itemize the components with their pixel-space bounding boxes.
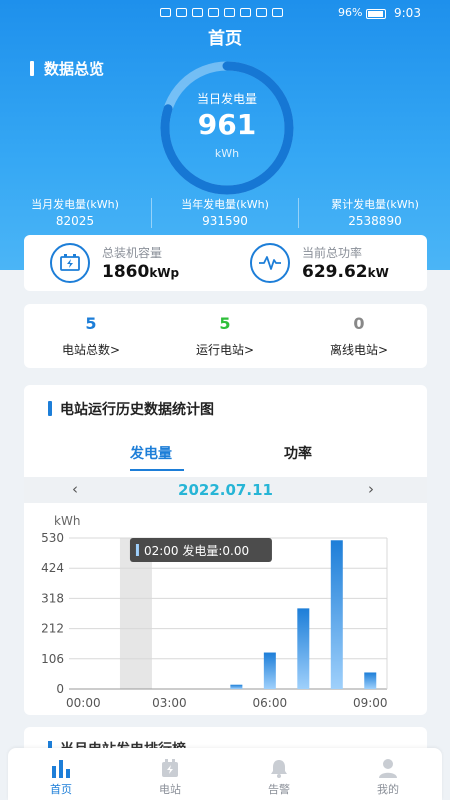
offline-stations-count: 0 <box>353 314 365 333</box>
tab-energy[interactable]: 发电量 <box>130 443 172 463</box>
status-time: 9:03 <box>394 6 421 20</box>
bar <box>364 672 377 689</box>
battery-panel-icon <box>50 243 90 283</box>
y-tick-label: 318 <box>41 591 64 605</box>
daily-energy-value: 961 <box>197 108 257 141</box>
offline-stations-link[interactable]: 0 离线电站> <box>292 314 426 358</box>
nav-mine[interactable]: 我的 <box>348 756 428 797</box>
installed-capacity-number: 1860 <box>102 262 150 282</box>
capacity-card: 总装机容量 1860kWp 当前总功率 629.62kW <box>24 235 427 291</box>
history-chart-card: 电站运行历史数据统计图 发电量 功率 ‹ 2022.07.11 › kWh 530… <box>24 385 427 715</box>
energy-bar-chart[interactable]: kWh 530 424 318 212 106 000:00 03:00 06:00 09:00 0… <box>24 505 427 715</box>
current-power-unit: kW <box>367 266 389 280</box>
station-counts-card: 5 电站总数> 5 运行电站> 0 离线电站> <box>24 304 427 368</box>
nav-alarm[interactable]: 告警 <box>239 756 319 797</box>
bar <box>297 608 310 689</box>
total-stations-link[interactable]: 5 电站总数> <box>24 314 158 358</box>
overview-label: 数据总览 <box>30 58 104 79</box>
offline-stations-label: 离线电站> <box>329 343 389 357</box>
alarm-icon <box>272 8 283 17</box>
nav-home[interactable]: 首页 <box>21 756 101 797</box>
total-energy-label: 累计发电量(kWh) <box>331 198 419 211</box>
monthly-energy-label: 当月发电量(kWh) <box>31 198 119 211</box>
bluetooth-icon <box>256 8 267 17</box>
stat-divider <box>298 198 299 228</box>
installed-capacity-unit: kWp <box>149 266 180 280</box>
hd-icon <box>160 8 171 17</box>
nfc-icon <box>240 8 251 17</box>
yearly-energy-stat: 当年发电量(kWh) 931590 <box>150 196 300 228</box>
total-stations-count: 5 <box>85 314 97 333</box>
running-stations-count: 5 <box>219 314 231 333</box>
power-wave-icon <box>250 243 290 283</box>
bell-icon <box>239 756 319 778</box>
current-power-label: 当前总功率 <box>302 246 363 260</box>
x-tick-label: 03:00 <box>152 696 187 710</box>
x-tick-label: 00:00 <box>66 696 101 710</box>
battery-icon <box>366 9 386 19</box>
selected-date[interactable]: 2022.07.11 <box>24 481 427 499</box>
bar-chart-icon <box>21 756 101 778</box>
power-glyph <box>259 256 281 270</box>
bar <box>263 652 276 689</box>
yearly-energy-value: 931590 <box>202 214 248 228</box>
total-stations-label: 电站总数> <box>61 343 121 357</box>
monthly-energy-stat: 当月发电量(kWh) 82025 <box>0 196 150 228</box>
bar <box>230 684 243 689</box>
battery-percent: 96% <box>338 6 363 19</box>
status-icons <box>160 8 283 17</box>
monthly-energy-value: 82025 <box>55 214 95 228</box>
wifi-icon <box>192 8 203 17</box>
x-tick-label: 09:00 <box>353 696 388 710</box>
notification-icon <box>208 8 219 17</box>
daily-energy-readout: 当日发电量 961 kWh <box>157 58 297 198</box>
user-icon <box>348 756 428 778</box>
total-energy-stat: 累计发电量(kWh) 2538890 <box>300 196 450 228</box>
chart-card-title: 电站运行历史数据统计图 <box>48 399 214 419</box>
nav-home-label: 首页 <box>50 783 72 796</box>
tab-power[interactable]: 功率 <box>284 443 312 463</box>
page-title: 首页 <box>208 29 242 49</box>
total-energy-value: 2538890 <box>348 214 402 228</box>
nav-mine-label: 我的 <box>377 783 399 796</box>
station-icon <box>130 756 210 778</box>
nav-station-label: 电站 <box>159 783 181 796</box>
y-tick-label: 0 <box>56 682 64 696</box>
daily-energy-label: 当日发电量 <box>196 92 257 106</box>
running-stations-link[interactable]: 5 运行电站> <box>158 314 292 358</box>
tooltip-marker <box>135 544 139 556</box>
bar <box>330 540 343 689</box>
capacity-glyph <box>60 254 80 271</box>
nav-alarm-label: 告警 <box>268 783 290 796</box>
daily-energy-unit: kWh <box>214 147 240 160</box>
signal-icon <box>176 8 187 17</box>
bottom-nav: 首页 电站 告警 我的 <box>8 748 442 800</box>
y-tick-label: 106 <box>41 652 64 666</box>
y-tick-label: 424 <box>41 561 64 575</box>
energy-stats-row: 当月发电量(kWh) 82025 当年发电量(kWh) 931590 累计发电量… <box>0 196 450 230</box>
yearly-energy-label: 当年发电量(kWh) <box>181 198 269 211</box>
installed-capacity-label: 总装机容量 <box>102 246 163 260</box>
x-tick-label: 06:00 <box>253 696 288 710</box>
nav-station[interactable]: 电站 <box>130 756 210 797</box>
chevron-right-icon[interactable]: › <box>368 480 374 498</box>
y-tick-label: 212 <box>41 622 64 636</box>
tab-energy-underline <box>130 469 184 471</box>
current-power-number: 629.62 <box>302 262 368 282</box>
running-stations-label: 运行电站> <box>195 343 255 357</box>
y-axis-unit: kWh <box>54 514 80 528</box>
app-icon <box>224 8 235 17</box>
current-power-value: 629.62kW <box>302 262 389 282</box>
installed-capacity-value: 1860kWp <box>102 262 179 282</box>
date-selector: ‹ 2022.07.11 › <box>24 477 427 503</box>
y-tick-label: 530 <box>41 531 64 545</box>
tooltip-text: 02:00 发电量:0.00 <box>144 543 249 558</box>
